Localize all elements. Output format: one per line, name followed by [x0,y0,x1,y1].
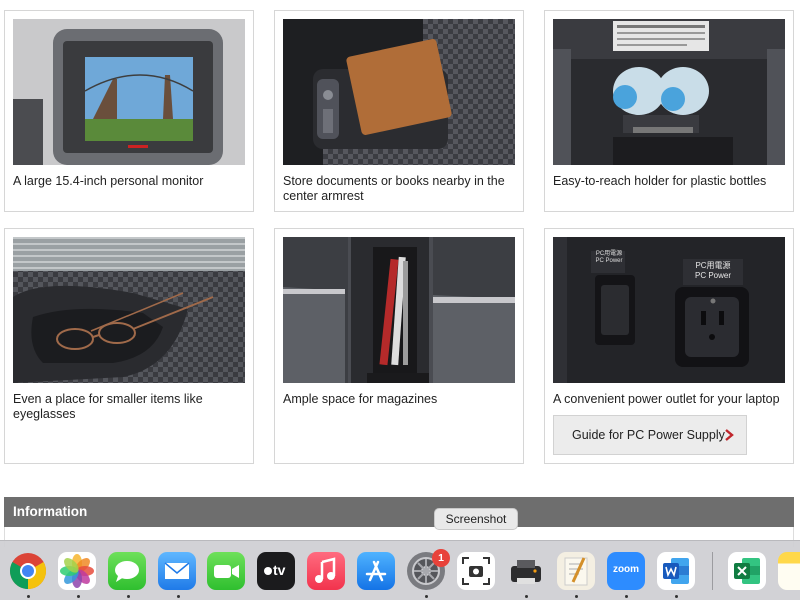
card-caption: A large 15.4-inch personal monitor [13,174,204,188]
information-header: Information [4,497,794,527]
power-outlet-photo: PC用電源 PC Power PC用電源 PC Power [553,237,785,383]
running-indicator [625,595,628,598]
feature-card-monitor: A large 15.4-inch personal monitor [4,10,254,212]
running-indicator [575,595,578,598]
dock-separator [712,552,713,590]
running-indicator [77,595,80,598]
facetime-icon[interactable] [207,552,245,590]
eyeglasses-photo [13,237,245,383]
printer-icon[interactable] [507,552,545,590]
zoom-label: zoom [612,564,640,575]
dock-tooltip: Screenshot [434,508,518,530]
outlet-label-large: PC用電源 PC Power [694,261,731,280]
chrome-icon[interactable] [9,552,47,590]
magazine-pocket-photo [283,237,515,383]
apple-tv-label: tv [273,562,286,578]
mail-icon[interactable] [158,552,196,590]
outlet-label-small: PC用電源 PC Power [595,251,623,264]
armrest-photo [283,19,515,165]
script-editor-icon[interactable] [557,552,595,590]
running-indicator [425,595,428,598]
running-indicator [675,595,678,598]
notes-icon[interactable] [778,552,800,590]
apple-tv-icon[interactable]: tv [257,552,295,590]
guide-button-label: Guide for PC Power Supply [572,428,725,442]
running-indicator [127,595,130,598]
messages-icon[interactable] [108,552,146,590]
running-indicator [177,595,180,598]
excel-icon[interactable] [728,552,766,590]
music-icon[interactable] [307,552,345,590]
running-indicator [525,595,528,598]
zoom-icon[interactable]: zoom [607,552,645,590]
card-caption: Store documents or books nearby in the c… [283,174,505,203]
feature-card-eyeglasses: Even a place for smaller items like eyeg… [4,228,254,464]
word-icon[interactable] [657,552,695,590]
running-indicator [27,595,30,598]
feature-card-magazines: Ample space for magazines [274,228,524,464]
screenshot-icon[interactable] [457,552,495,590]
feature-card-armrest: Store documents or books nearby in the c… [274,10,524,212]
chevron-right-icon [722,427,736,443]
feature-card-bottles: Easy-to-reach holder for plastic bottles [544,10,794,212]
feature-card-power-outlet: PC用電源 PC Power PC用電源 PC Power A convenie… [544,228,794,464]
notification-badge: 1 [432,549,450,567]
card-caption: Ample space for magazines [283,392,438,406]
monitor-photo [13,19,245,165]
app-store-icon[interactable] [357,552,395,590]
card-caption: Even a place for smaller items like eyeg… [13,392,203,421]
photos-icon[interactable] [58,552,96,590]
guide-pc-power-supply-button[interactable]: Guide for PC Power Supply [553,415,747,455]
bottle-holder-photo [553,19,785,165]
card-caption: Easy-to-reach holder for plastic bottles [553,174,767,188]
card-caption: A convenient power outlet for your lapto… [553,392,780,406]
